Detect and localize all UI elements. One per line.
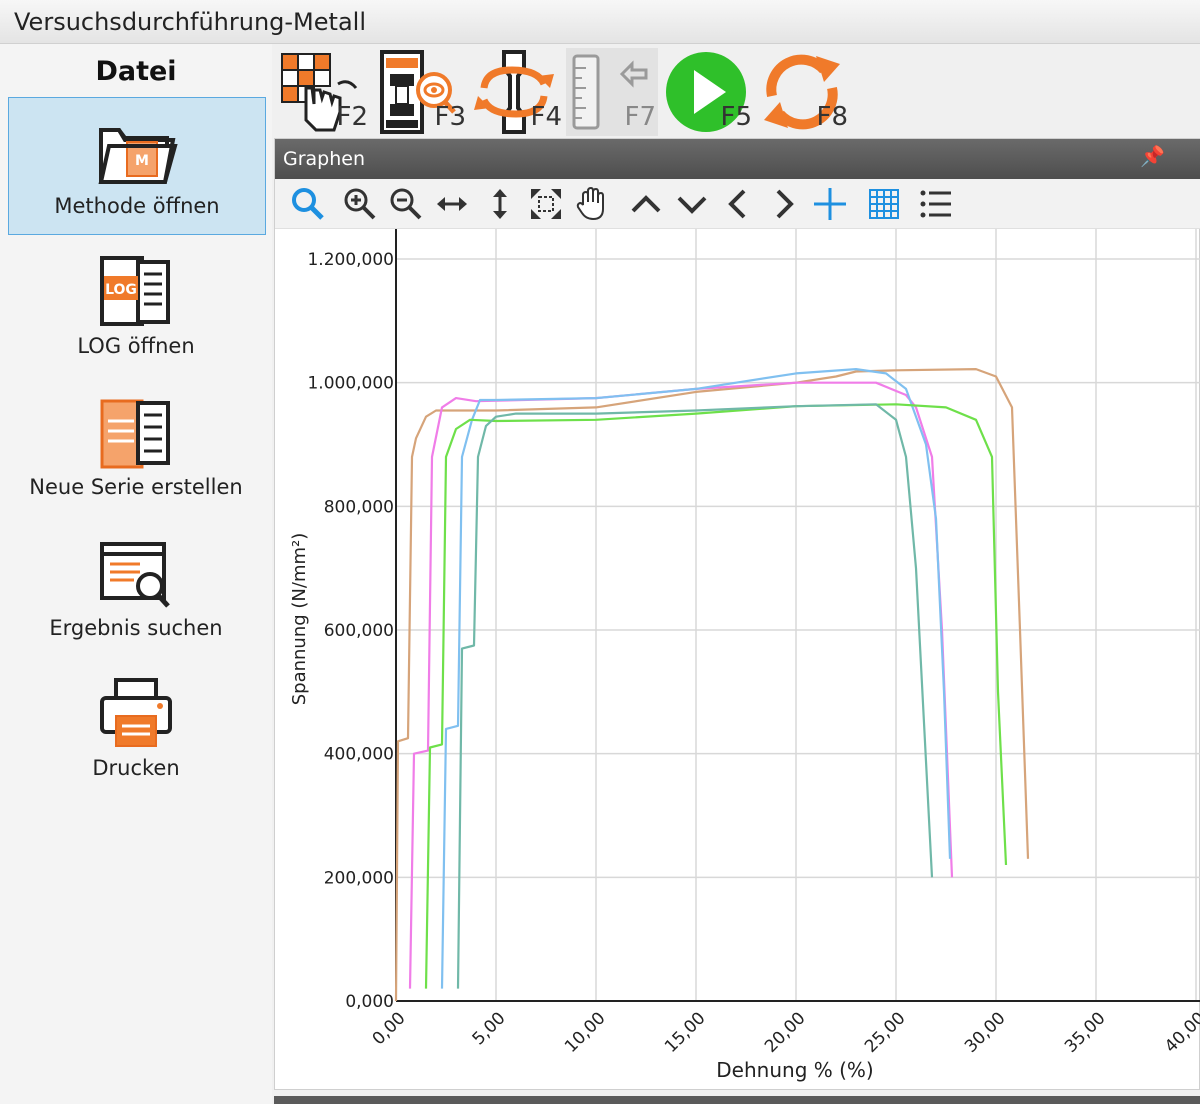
svg-text:M: M	[135, 153, 149, 169]
chart-ticks: 0,00 5,00 10,00 15,00 20,00 25,00 30,00 35,00 40…	[307, 250, 1200, 1057]
sidebar-item-label: Ergebnis suchen	[49, 616, 223, 640]
f3-key-label: F3	[434, 102, 467, 132]
down-icon[interactable]	[673, 185, 711, 223]
sidebar-item-label: LOG öffnen	[77, 334, 195, 358]
sidebar: Datei M Methode öffnen LOG LOG öffnen Ne…	[0, 44, 272, 1104]
sidebar-item-drucken[interactable]: Drucken	[8, 660, 266, 798]
f2-key-label: F2	[336, 102, 369, 132]
sidebar-item-label: Neue Serie erstellen	[29, 475, 243, 499]
f7-key-label: F7	[624, 102, 657, 132]
x-tick-label: 20,00	[761, 1008, 810, 1057]
pin-icon[interactable]: 📌	[1140, 144, 1165, 168]
chart-grid	[396, 229, 1200, 1001]
up-icon[interactable]	[627, 185, 665, 223]
sidebar-item-neue-serie[interactable]: Neue Serie erstellen	[8, 379, 266, 517]
svg-text:LOG: LOG	[105, 282, 137, 298]
f4-button[interactable]: F4	[472, 48, 564, 136]
right-icon[interactable]	[765, 185, 803, 223]
f5-key-label: F5	[720, 102, 753, 132]
y-tick-label: 1.200,000	[307, 250, 394, 270]
vertical-fit-icon[interactable]	[481, 185, 519, 223]
x-tick-label: 30,00	[961, 1008, 1010, 1057]
x-tick-label: 10,00	[561, 1008, 610, 1057]
y-tick-label: 0,000	[345, 992, 394, 1012]
f5-button[interactable]: F5	[662, 48, 754, 136]
sidebar-item-ergebnis-suchen[interactable]: Ergebnis suchen	[8, 520, 266, 658]
x-axis-label: Dehnung % (%)	[716, 1058, 873, 1082]
f8-key-label: F8	[816, 102, 849, 132]
log-file-icon: LOG	[100, 256, 170, 326]
x-tick-label: 35,00	[1061, 1008, 1110, 1057]
graph-panel-title: Graphen	[283, 148, 366, 170]
graph-panel: Graphen 📌 0,00 5,00 10,00 15,00 20,00 25…	[274, 138, 1200, 1090]
f7-button[interactable]: F7	[566, 48, 658, 136]
y-tick-label: 200,000	[324, 868, 394, 888]
pan-hand-icon[interactable]	[573, 185, 611, 223]
y-tick-label: 1.000,000	[307, 374, 394, 394]
search-result-icon	[100, 542, 170, 608]
crosshair-icon[interactable]	[811, 185, 849, 223]
sidebar-item-methode-oeffnen[interactable]: M Methode öffnen	[8, 97, 266, 235]
x-tick-label: 0,00	[369, 1008, 410, 1049]
series-line-4[interactable]	[424, 403, 1008, 989]
sidebar-item-label: Drucken	[92, 756, 180, 780]
series-line-2[interactable]	[408, 381, 954, 989]
f8-button[interactable]: F8	[758, 48, 850, 136]
graph-panel-header: Graphen 📌	[275, 139, 1200, 179]
printer-icon	[100, 678, 172, 747]
x-tick-label: 25,00	[861, 1008, 910, 1057]
sidebar-item-label: Methode öffnen	[54, 194, 220, 218]
zoom-out-icon[interactable]	[387, 185, 425, 223]
window-title: Versuchsdurchführung-Metall	[14, 8, 366, 36]
grid-icon[interactable]	[865, 185, 903, 223]
stress-strain-chart[interactable]: 0,00 5,00 10,00 15,00 20,00 25,00 30,00 35,00 40…	[275, 229, 1200, 1089]
legend-icon[interactable]	[917, 185, 955, 223]
y-tick-label: 800,000	[324, 497, 394, 517]
folder-method-icon: M	[98, 128, 178, 184]
y-tick-label: 400,000	[324, 745, 394, 765]
sidebar-item-log-oeffnen[interactable]: LOG LOG öffnen	[8, 238, 266, 376]
f2-button[interactable]: F2	[278, 48, 370, 136]
bottom-strip	[274, 1096, 1200, 1104]
zoom-in-icon[interactable]	[341, 185, 379, 223]
y-axis-label: Spannung (N/mm²)	[289, 533, 310, 706]
fit-all-icon[interactable]	[527, 185, 565, 223]
y-tick-label: 600,000	[324, 621, 394, 641]
f3-button[interactable]: F3	[376, 48, 468, 136]
series-line-5[interactable]	[456, 403, 934, 989]
zoom-icon[interactable]	[289, 185, 327, 223]
f4-key-label: F4	[530, 102, 563, 132]
chart-series	[394, 368, 1030, 1002]
toolbar: F2 F3 F4 F7 F5 F8	[272, 44, 1200, 138]
graph-toolbar	[275, 179, 1200, 229]
horizontal-fit-icon[interactable]	[433, 185, 471, 223]
new-series-icon	[100, 399, 170, 469]
left-icon[interactable]	[719, 185, 757, 223]
chart-axes	[395, 229, 1200, 1002]
x-tick-label: 5,00	[469, 1008, 510, 1049]
x-tick-label: 15,00	[661, 1008, 710, 1057]
sidebar-header: Datei	[95, 56, 177, 87]
title-bar: Versuchsdurchführung-Metall	[0, 0, 1200, 44]
x-tick-label: 40,00	[1161, 1008, 1200, 1057]
